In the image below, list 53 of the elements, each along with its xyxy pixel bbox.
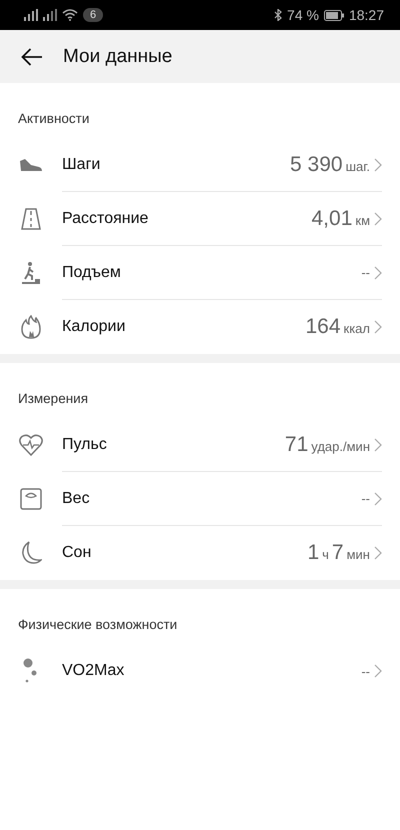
chevron-right-icon [374,158,382,172]
page-title: Мои данные [63,46,172,68]
metric-label: Подъем [62,264,122,282]
bluetooth-icon [274,9,282,21]
climbing-stairs-icon [21,261,41,285]
battery-percent: 74 % [287,7,319,23]
metric-row[interactable]: Вес -- [0,472,400,526]
scale-icon [20,488,42,510]
road-icon [21,208,41,230]
metric-value: -- [361,491,370,506]
chevron-right-icon [374,664,382,678]
metric-value: 164 ккал [305,315,370,339]
chevron-right-icon [374,492,382,506]
heart-pulse-icon [19,434,43,456]
notification-count: 6 [83,8,104,22]
moon-icon [20,541,42,565]
signal-icon [24,9,38,21]
section-title: Активности [17,110,90,128]
metric-value: 71 удар./мин [284,432,370,456]
metric-value: 5 390 шаг. [290,152,370,176]
metric-row[interactable]: VO2Max -- [0,644,400,698]
signal-icon [43,9,57,21]
metric-value: 1 ч 7 мин [307,541,370,565]
sneaker-icon [19,157,43,173]
metric-row[interactable]: Калории 164 ккал [0,300,400,354]
clock: 18:27 [348,7,384,23]
metric-row[interactable]: Шаги 5 390 шаг. [0,138,400,192]
metric-label: Пульс [62,436,108,454]
metric-label: Расстояние [62,210,150,228]
metric-value: -- [361,664,370,678]
metric-label: Вес [62,490,91,508]
battery-icon [324,10,344,20]
section-title: Измерения [17,390,90,408]
back-arrow-icon[interactable] [21,48,43,66]
metric-value: -- [361,265,370,280]
metric-label: Калории [62,318,126,336]
chevron-right-icon [374,266,382,280]
metric-row[interactable]: Расстояние 4,01 км [0,192,400,246]
metric-label: VO2Max [62,662,126,680]
metric-row[interactable]: Сон 1 ч 7 мин [0,526,400,580]
flame-icon [21,315,41,339]
chevron-right-icon [374,320,382,334]
chevron-right-icon [374,212,382,226]
dots-icon [23,658,39,684]
metric-row[interactable]: Пульс 71 удар./мин [0,418,400,472]
metric-label: Сон [62,544,92,562]
chevron-right-icon [374,438,382,452]
metric-label: Шаги [62,156,102,174]
metric-row[interactable]: Подъем -- [0,246,400,300]
chevron-right-icon [374,546,382,560]
section-title: Физические возможности [17,616,178,634]
metric-value: 4,01 км [312,206,370,230]
wifi-icon [62,9,78,21]
